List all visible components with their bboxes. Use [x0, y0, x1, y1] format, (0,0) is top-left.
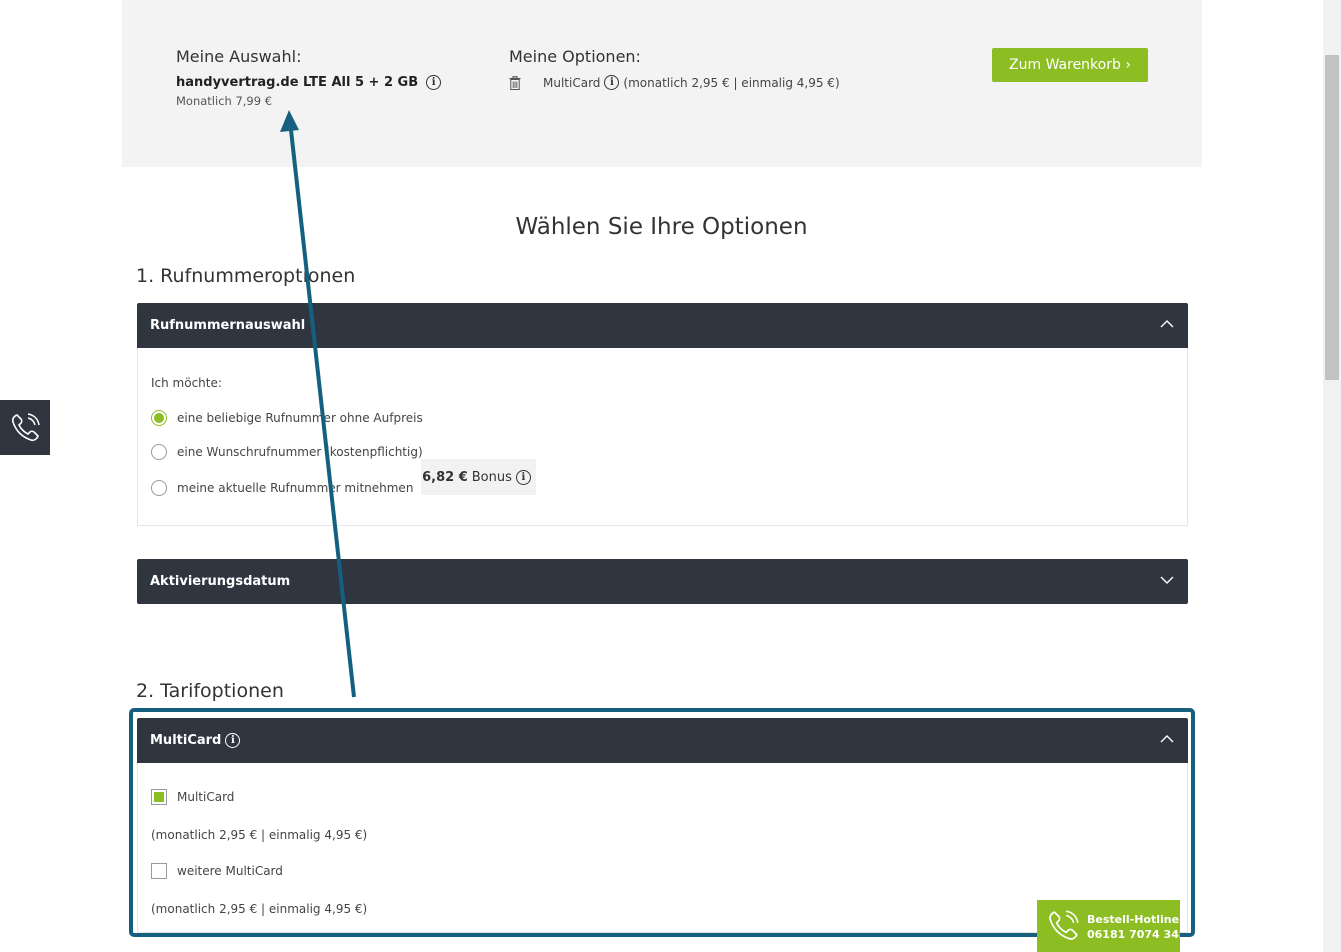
intro-label: Ich möchte:: [151, 376, 222, 390]
checkbox-label: weitere MultiCard: [177, 864, 283, 878]
checkbox[interactable]: [151, 863, 167, 879]
selected-option-name: MultiCard: [543, 75, 601, 90]
phone-icon: [11, 412, 40, 441]
radio-option-any-number[interactable]: eine beliebige Rufnummer ohne Aufpreis: [151, 410, 423, 426]
hotline-text: Bestell-Hotline 06181 7074 345: [1087, 912, 1180, 942]
checkbox-option-additional-multicard[interactable]: weitere MultiCard: [151, 863, 283, 879]
accordion-title: Aktivierungsdatum: [150, 574, 291, 589]
section-title-tariff-options: 2. Tarifoptionen: [136, 680, 284, 702]
info-icon[interactable]: i: [225, 733, 241, 748]
info-icon[interactable]: i: [604, 75, 620, 90]
radio-label: eine Wunschrufnummer (kostenpflichtig): [177, 445, 423, 459]
info-icon[interactable]: i: [515, 469, 531, 485]
bonus-label: Bonus: [471, 469, 512, 485]
radio-option-wish-number[interactable]: eine Wunschrufnummer (kostenpflichtig): [151, 444, 423, 460]
hotline-title: Bestell-Hotline: [1087, 913, 1180, 926]
tariff-name: handyvertrag.de LTE All 5 + 2 GB: [176, 75, 419, 90]
accordion-multicard-body: MultiCard (monatlich 2,95 € | einmalig 4…: [137, 763, 1188, 933]
tariff-name-row: handyvertrag.de LTE All 5 + 2 GB i: [176, 75, 445, 90]
info-icon[interactable]: i: [426, 75, 442, 90]
scrollbar-thumb[interactable]: [1325, 55, 1339, 380]
accordion-multicard-header[interactable]: MultiCard i: [137, 718, 1188, 763]
section-title-number-options: 1. Rufnummeroptionen: [136, 265, 356, 287]
scrollbar[interactable]: [1323, 0, 1341, 952]
radio-button[interactable]: [151, 410, 167, 426]
chevron-up-icon: [1160, 320, 1174, 328]
phone-icon: [1049, 910, 1079, 940]
bonus-amount: 6,82 €: [422, 469, 468, 485]
my-options-heading: Meine Optionen:: [509, 47, 641, 66]
selection-summary: Meine Auswahl: handyvertrag.de LTE All 5…: [122, 0, 1202, 167]
accordion-activation-date-header[interactable]: Aktivierungsdatum: [137, 559, 1188, 604]
checkbox[interactable]: [151, 789, 167, 805]
radio-label: meine aktuelle Rufnummer mitnehmen: [177, 481, 414, 495]
chevron-up-icon: [1160, 735, 1174, 743]
monthly-price: Monatlich 7,99 €: [176, 94, 273, 108]
chevron-down-icon: [1160, 576, 1174, 584]
side-phone-tab[interactable]: [0, 400, 50, 455]
bonus-badge: 6,82 € Bonus i: [421, 459, 536, 495]
page-title: Wählen Sie Ihre Optionen: [515, 214, 808, 240]
trash-icon[interactable]: [509, 75, 521, 90]
selected-option-price: (monatlich 2,95 € | einmalig 4,95 €): [623, 75, 840, 90]
price-note: (monatlich 2,95 € | einmalig 4,95 €): [151, 828, 368, 842]
hotline-number: 06181 7074 345: [1087, 928, 1180, 941]
radio-label: eine beliebige Rufnummer ohne Aufpreis: [177, 411, 423, 425]
accordion-number-selection-body: Ich möchte: eine beliebige Rufnummer ohn…: [137, 348, 1188, 526]
to-cart-button[interactable]: Zum Warenkorb ›: [992, 48, 1148, 82]
checkbox-option-multicard[interactable]: MultiCard: [151, 789, 234, 805]
radio-button[interactable]: [151, 480, 167, 496]
radio-option-keep-number[interactable]: meine aktuelle Rufnummer mitnehmen 6,82 …: [151, 459, 536, 496]
my-selection: Meine Auswahl: handyvertrag.de LTE All 5…: [176, 47, 445, 108]
selected-option-row: MultiCard i (monatlich 2,95 € | einmalig…: [509, 75, 840, 90]
my-selection-heading: Meine Auswahl:: [176, 47, 302, 66]
accordion-title: Rufnummernauswahl: [150, 318, 306, 333]
checkbox-label: MultiCard: [177, 790, 235, 804]
price-note: (monatlich 2,95 € | einmalig 4,95 €): [151, 902, 368, 916]
accordion-number-selection-header[interactable]: Rufnummernauswahl: [137, 303, 1188, 348]
my-options: Meine Optionen: MultiCard i (monatlich 2…: [509, 47, 840, 90]
accordion-title: MultiCard: [150, 733, 222, 748]
radio-button[interactable]: [151, 444, 167, 460]
order-hotline[interactable]: Bestell-Hotline 06181 7074 345: [1037, 900, 1180, 952]
